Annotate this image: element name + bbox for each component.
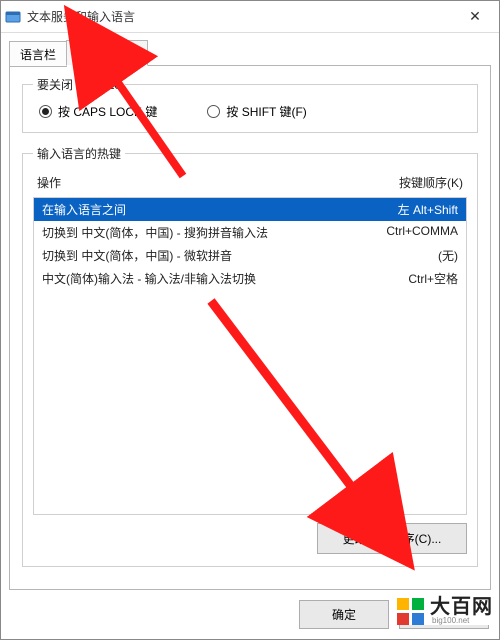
window-title: 文本服务和输入语言 <box>27 8 455 25</box>
button-label: 确定 <box>332 608 356 622</box>
list-item-keys: Ctrl+COMMA <box>386 224 458 241</box>
hotkey-button-row: 更改按键顺序(C)... <box>33 523 467 554</box>
list-item-action: 中文(简体)输入法 - 输入法/非输入法切换 <box>42 270 256 287</box>
list-item-action: 在输入语言之间 <box>42 201 126 218</box>
list-item[interactable]: 中文(简体)输入法 - 输入法/非输入法切换 Ctrl+空格 <box>34 267 466 290</box>
radio-shift-key[interactable]: 按 SHIFT 键(F) <box>207 103 306 120</box>
list-item-action: 切换到 中文(简体，中国) - 搜狗拼音输入法 <box>42 224 268 241</box>
tab-label: 语言栏 <box>20 48 56 62</box>
list-item-keys: (无) <box>438 247 458 264</box>
list-item-keys: 左 Alt+Shift <box>398 201 458 218</box>
change-key-sequence-button[interactable]: 更改按键顺序(C)... <box>317 523 467 554</box>
list-item[interactable]: 在输入语言之间 左 Alt+Shift <box>34 198 466 221</box>
button-label: 更改按键顺序(C)... <box>343 532 442 546</box>
list-item-action: 切换到 中文(简体，中国) - 微软拼音 <box>42 247 232 264</box>
window-icon <box>5 9 21 25</box>
tab-strip: 语言栏 高级键设置 <box>9 39 491 65</box>
close-button[interactable]: ✕ <box>455 3 495 31</box>
ok-button[interactable]: 确定 <box>299 600 389 629</box>
tab-advanced-key-settings[interactable]: 高级键设置 <box>66 40 148 66</box>
list-item[interactable]: 切换到 中文(简体，中国) - 搜狗拼音输入法 Ctrl+COMMA <box>34 221 466 244</box>
list-item[interactable]: 切换到 中文(简体，中国) - 微软拼音 (无) <box>34 244 466 267</box>
tab-label: 高级键设置 <box>77 47 137 61</box>
radio-label: 按 CAPS LOCK 键 <box>58 103 157 120</box>
hotkey-group-wrap: 输入语言的热键 操作 按键顺序(K) 在输入语言之间 左 Alt+Shift 切… <box>22 145 478 579</box>
radio-capslock-key[interactable]: 按 CAPS LOCK 键 <box>39 103 157 120</box>
dialog-window: 文本服务和输入语言 ✕ 语言栏 高级键设置 要关闭 Caps Lo 按 CAPS… <box>0 0 500 640</box>
capslock-legend: 要关闭 Caps Lo <box>33 76 125 93</box>
hotkey-group: 输入语言的热键 操作 按键顺序(K) 在输入语言之间 左 Alt+Shift 切… <box>22 145 478 567</box>
header-keys: 按键顺序(K) <box>399 174 463 191</box>
tab-panel: 要关闭 Caps Lo 按 CAPS LOCK 键 按 SHIFT 键(F) 输… <box>9 65 491 590</box>
capslock-group: 要关闭 Caps Lo 按 CAPS LOCK 键 按 SHIFT 键(F) <box>22 76 478 133</box>
tab-language-bar[interactable]: 语言栏 <box>9 41 67 67</box>
watermark-name: 大百网 <box>430 597 493 617</box>
client-area: 语言栏 高级键设置 要关闭 Caps Lo 按 CAPS LOCK 键 按 SH… <box>1 33 499 639</box>
hotkey-list-header: 操作 按键顺序(K) <box>33 172 467 193</box>
capslock-radios: 按 CAPS LOCK 键 按 SHIFT 键(F) <box>33 103 467 120</box>
titlebar: 文本服务和输入语言 ✕ <box>1 1 499 33</box>
watermark-url: big100.net <box>432 617 493 625</box>
header-action: 操作 <box>37 174 61 191</box>
close-icon: ✕ <box>469 8 481 25</box>
radio-dot-icon <box>207 105 220 118</box>
logo-squares-icon <box>397 598 424 625</box>
radio-dot-icon <box>39 105 52 118</box>
radio-label: 按 SHIFT 键(F) <box>226 103 306 120</box>
watermark-logo: 大百网 big100.net <box>393 597 493 625</box>
hotkey-legend: 输入语言的热键 <box>33 145 125 162</box>
hotkey-listbox[interactable]: 在输入语言之间 左 Alt+Shift 切换到 中文(简体，中国) - 搜狗拼音… <box>33 197 467 515</box>
list-item-keys: Ctrl+空格 <box>408 270 458 287</box>
